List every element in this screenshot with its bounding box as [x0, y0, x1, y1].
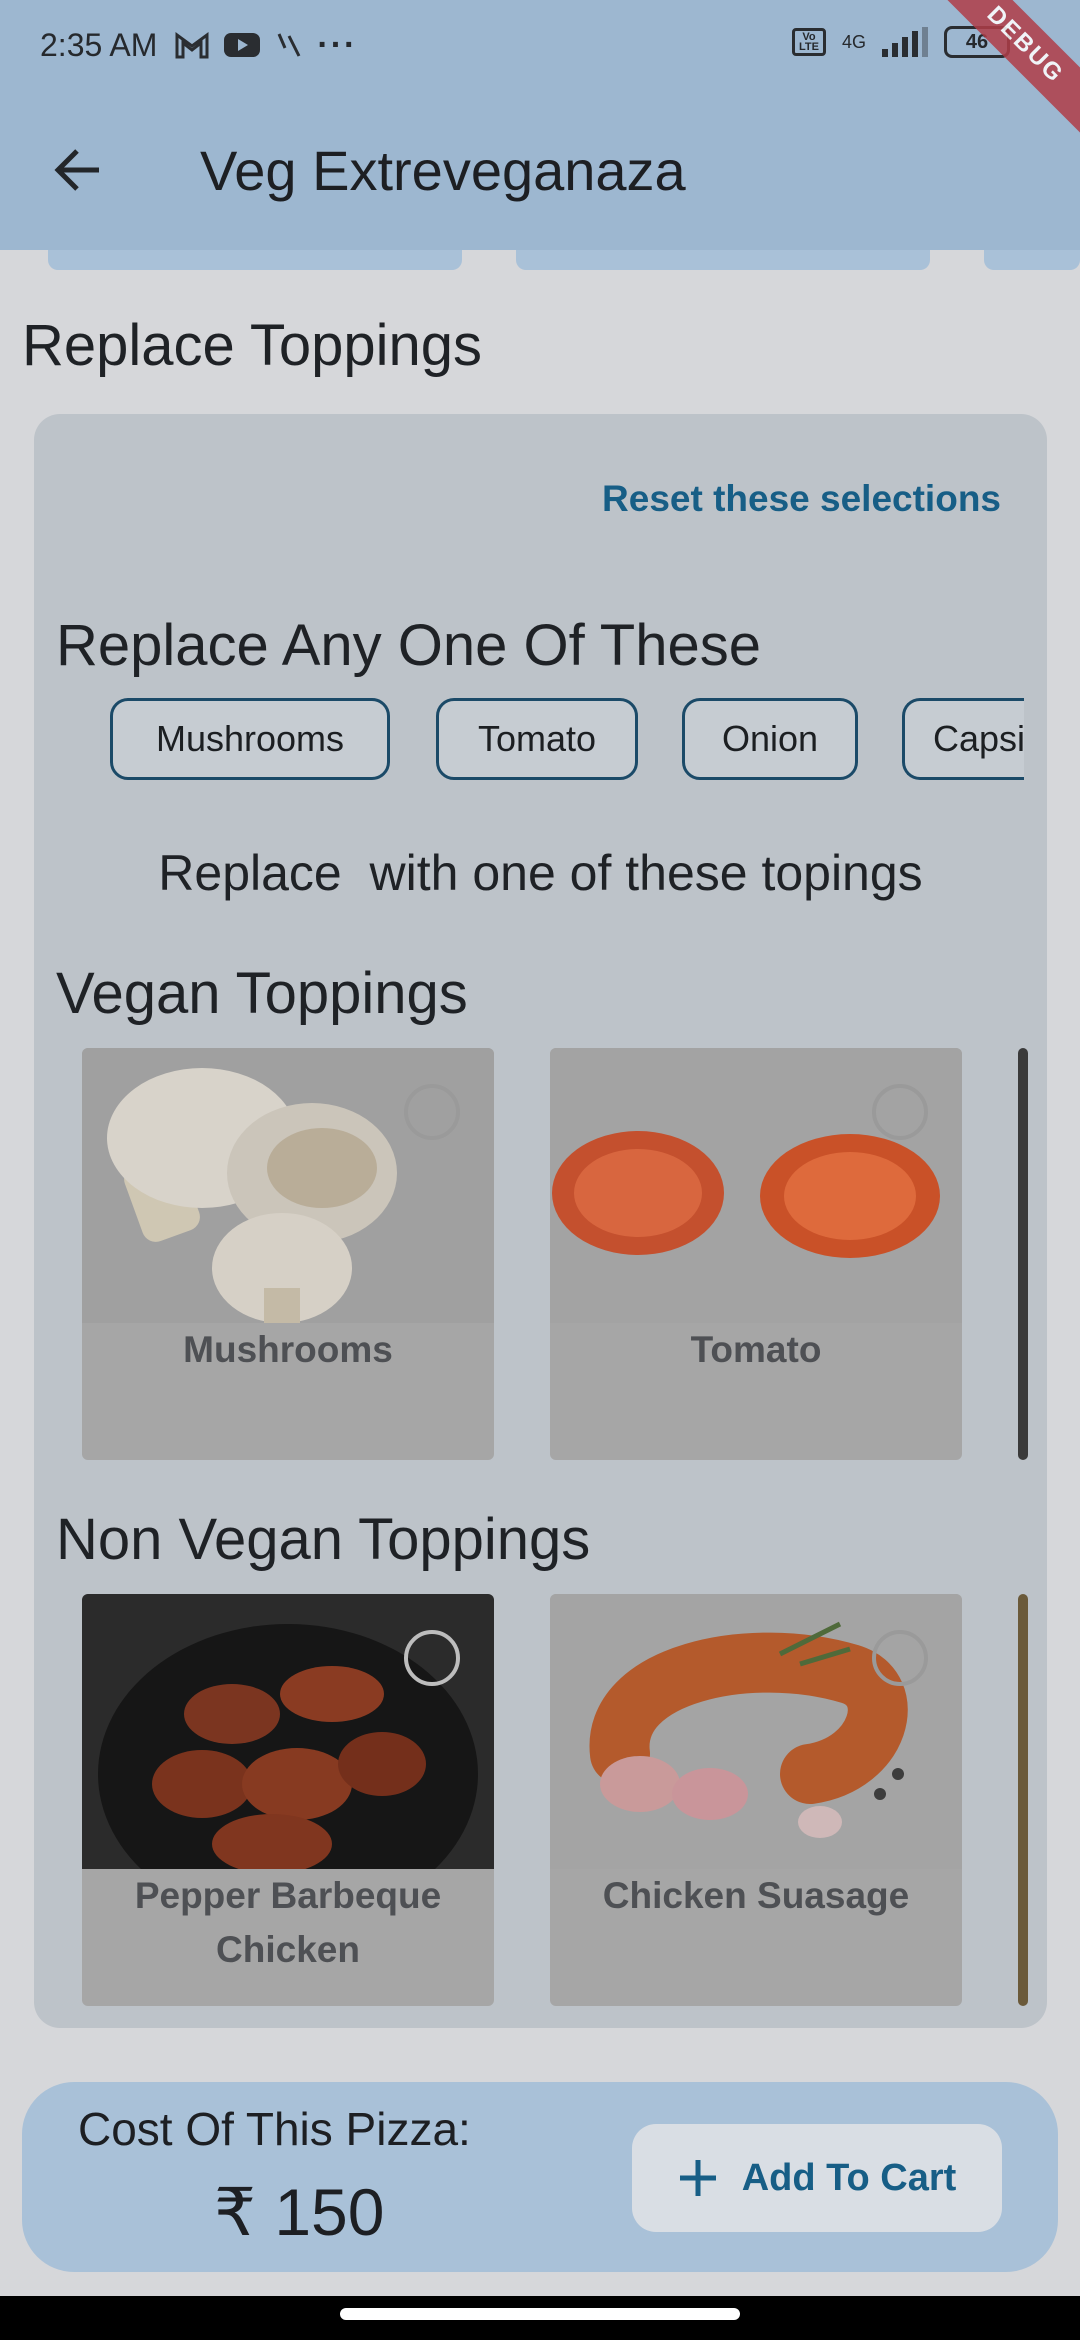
cost-label: Cost Of This Pizza:: [78, 2103, 471, 2155]
non-vegan-toppings-list: Pepper Barbeque Chicken Chicken Suasage: [82, 1594, 1028, 2010]
signal-icon: [882, 27, 928, 57]
home-gesture-handle[interactable]: [340, 2308, 740, 2320]
topping-card-chicken-suasage[interactable]: Chicken Suasage: [550, 1594, 962, 2006]
topping-label: Pepper Barbeque Chicken: [134, 1875, 442, 1970]
topping-chip[interactable]: Onion: [682, 698, 858, 780]
topping-card-partial[interactable]: [1018, 1048, 1028, 1460]
page-title: Veg Extreveganaza: [200, 138, 686, 202]
arrow-left-icon: [54, 149, 99, 191]
back-button[interactable]: [28, 120, 128, 220]
app-header: 2:35 AM ··· Vo LTE 4G 46 DEBUG Veg Extrev…: [0, 0, 1080, 250]
youtube-icon: [224, 33, 261, 57]
topping-label: Mushrooms: [183, 1329, 393, 1370]
previous-card: [48, 250, 462, 270]
radio-button[interactable]: [404, 1084, 460, 1140]
volte-icon: Vo LTE: [791, 28, 826, 56]
more-notifications-icon: ···: [317, 25, 358, 64]
plus-icon: [679, 2160, 716, 2196]
topping-card-pepper-barbeque-chicken[interactable]: Pepper Barbeque Chicken: [82, 1594, 494, 2006]
radio-button[interactable]: [404, 1630, 460, 1686]
gmail-icon: [175, 32, 209, 59]
network-type: 4G: [841, 31, 866, 52]
add-to-cart-button[interactable]: Add To Cart: [632, 2124, 1002, 2232]
topping-card-tomato[interactable]: Tomato: [550, 1048, 962, 1460]
topping-label: Tomato: [690, 1329, 822, 1370]
replace-toppings-panel: Reset these selections Replace Any One O…: [34, 414, 1047, 2028]
radio-button[interactable]: [872, 1084, 928, 1140]
current-toppings-chips: Mushrooms Tomato Onion Capsic: [78, 698, 1024, 788]
topping-chip[interactable]: Capsic: [902, 698, 1024, 780]
vegan-toppings-title: Vegan Toppings: [56, 961, 468, 1026]
system-nav-bar: [0, 2296, 1080, 2340]
cart-bar: Cost Of This Pizza: ₹ 150 Add To Cart: [22, 2082, 1058, 2272]
topping-card-partial[interactable]: [1018, 1594, 1028, 2006]
mute-icon: [278, 33, 301, 57]
radio-button[interactable]: [872, 1630, 928, 1686]
topping-chip[interactable]: Mushrooms: [110, 698, 390, 780]
non-vegan-toppings-title: Non Vegan Toppings: [56, 1507, 591, 1572]
status-time: 2:35 AM: [40, 26, 158, 63]
status-bar: 2:35 AM ··· Vo LTE 4G 46: [0, 0, 1080, 90]
section-title: Replace Toppings: [22, 313, 483, 378]
topping-chip[interactable]: Tomato: [436, 698, 638, 780]
previous-card: [516, 250, 930, 270]
reset-selections-button[interactable]: Reset these selections: [602, 478, 1001, 520]
app-bar: Veg Extreveganaza: [0, 110, 1080, 230]
previous-card: [984, 250, 1080, 270]
cost-value: ₹ 150: [214, 2175, 385, 2249]
add-to-cart-label: Add To Cart: [741, 2156, 957, 2199]
topping-card-mushrooms[interactable]: Mushrooms: [82, 1048, 494, 1460]
replace-any-title: Replace Any One Of These: [56, 613, 762, 678]
replace-with-text: Replace with one of these topings: [158, 845, 923, 901]
vegan-toppings-list: Mushrooms Tomato: [82, 1048, 1028, 1464]
topping-label: Chicken Suasage: [602, 1875, 910, 1916]
